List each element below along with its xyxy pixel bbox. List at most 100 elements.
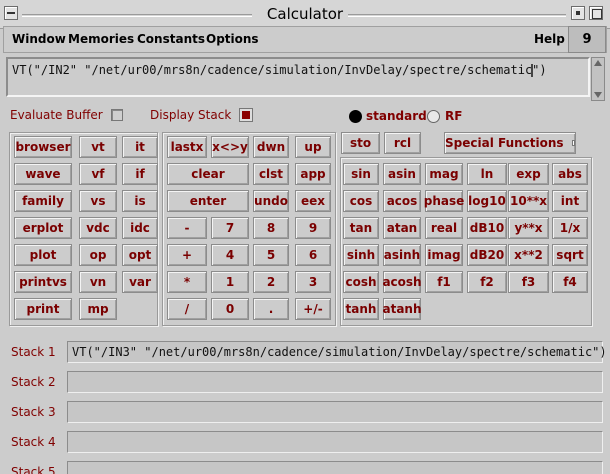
- sim-button-family[interactable]: family: [14, 190, 72, 212]
- stack-field[interactable]: [67, 401, 603, 423]
- scroll-up-arrow-icon[interactable]: [594, 60, 602, 66]
- sim-button-mp[interactable]: mp: [79, 298, 117, 320]
- func-asin[interactable]: asin: [383, 163, 421, 185]
- sim-button-vs[interactable]: vs: [79, 190, 117, 212]
- key-sym[interactable]: +/-: [295, 298, 331, 320]
- sim-button-vt[interactable]: vt: [79, 136, 117, 158]
- sim-button-op[interactable]: op: [79, 244, 117, 266]
- stack-field[interactable]: [67, 461, 603, 474]
- menu-constants[interactable]: Constants: [137, 32, 205, 46]
- func-db10[interactable]: dB10: [467, 217, 507, 239]
- func-cosh[interactable]: cosh: [343, 271, 379, 293]
- menu-memories[interactable]: Memories: [68, 32, 134, 46]
- key-4[interactable]: 4: [211, 244, 249, 266]
- func-tanh[interactable]: tanh: [343, 298, 379, 320]
- func-ln[interactable]: ln: [467, 163, 507, 185]
- standard-radio[interactable]: [349, 110, 362, 123]
- menu-help[interactable]: Help: [534, 32, 565, 46]
- key-sym[interactable]: *: [167, 271, 207, 293]
- expression-scrollbar[interactable]: [591, 57, 605, 101]
- stack-field[interactable]: [67, 431, 603, 453]
- sim-button-opt[interactable]: opt: [122, 244, 158, 266]
- sim-button-vdc[interactable]: vdc: [79, 217, 117, 239]
- func-y-x[interactable]: y**x: [508, 217, 549, 239]
- func-sqrt[interactable]: sqrt: [552, 244, 588, 266]
- sim-button-browser[interactable]: browser: [14, 136, 72, 158]
- display-stack-checkbox[interactable]: [240, 109, 252, 121]
- func-imag[interactable]: imag: [425, 244, 463, 266]
- func-phase[interactable]: phase: [424, 190, 464, 212]
- func-acosh[interactable]: acosh: [382, 271, 422, 293]
- func-f2[interactable]: f2: [467, 271, 507, 293]
- key-2[interactable]: 2: [253, 271, 289, 293]
- special-functions-button[interactable]: Special Functions: [444, 132, 576, 154]
- key-sym[interactable]: /: [167, 298, 207, 320]
- key-sym[interactable]: .: [253, 298, 289, 320]
- key-9[interactable]: 9: [295, 217, 331, 239]
- minimize-button[interactable]: [571, 6, 585, 20]
- key-enter[interactable]: enter: [167, 190, 249, 212]
- func-1-x[interactable]: 1/x: [552, 217, 588, 239]
- sto-button[interactable]: sto: [341, 132, 380, 154]
- key-up[interactable]: up: [295, 136, 331, 158]
- func-real[interactable]: real: [425, 217, 463, 239]
- func-int[interactable]: int: [552, 190, 588, 212]
- sim-button-vf[interactable]: vf: [79, 163, 117, 185]
- sim-button-var[interactable]: var: [122, 271, 158, 293]
- func-atanh[interactable]: atanh: [382, 298, 422, 320]
- key-sym[interactable]: +: [167, 244, 207, 266]
- rcl-button[interactable]: rcl: [384, 132, 421, 154]
- func-cos[interactable]: cos: [343, 190, 379, 212]
- key-5[interactable]: 5: [253, 244, 289, 266]
- func-f3[interactable]: f3: [508, 271, 549, 293]
- sim-button-erplot[interactable]: erplot: [14, 217, 72, 239]
- sim-button-idc[interactable]: idc: [122, 217, 158, 239]
- key-1[interactable]: 1: [211, 271, 249, 293]
- sim-button-it[interactable]: it: [122, 136, 158, 158]
- sim-button-vn[interactable]: vn: [79, 271, 117, 293]
- func-sinh[interactable]: sinh: [343, 244, 379, 266]
- sim-button-print[interactable]: print: [14, 298, 72, 320]
- evaluate-buffer-checkbox[interactable]: [111, 109, 123, 121]
- key-3[interactable]: 3: [295, 271, 331, 293]
- func-f4[interactable]: f4: [552, 271, 588, 293]
- key-0[interactable]: 0: [211, 298, 249, 320]
- key-x-y[interactable]: x<>y: [211, 136, 249, 158]
- key-lastx[interactable]: lastx: [167, 136, 207, 158]
- menu-options[interactable]: Options: [206, 32, 259, 46]
- key-eex[interactable]: eex: [295, 190, 331, 212]
- func-db20[interactable]: dB20: [467, 244, 507, 266]
- stack-field[interactable]: [67, 371, 603, 393]
- func-x-2[interactable]: x**2: [508, 244, 549, 266]
- func-asinh[interactable]: asinh: [383, 244, 421, 266]
- func-atan[interactable]: atan: [383, 217, 421, 239]
- func-exp[interactable]: exp: [508, 163, 549, 185]
- func-log10[interactable]: log10: [467, 190, 507, 212]
- func-tan[interactable]: tan: [343, 217, 379, 239]
- key-7[interactable]: 7: [211, 217, 249, 239]
- expression-buffer[interactable]: VT("/IN2" "/net/ur00/mrs8n/cadence/simul…: [6, 57, 590, 97]
- func-acos[interactable]: acos: [383, 190, 421, 212]
- func-f1[interactable]: f1: [425, 271, 463, 293]
- key-app[interactable]: app: [295, 163, 331, 185]
- func-mag[interactable]: mag: [425, 163, 463, 185]
- func-abs[interactable]: abs: [552, 163, 588, 185]
- key-6[interactable]: 6: [295, 244, 331, 266]
- sim-button-printvs[interactable]: printvs: [14, 271, 72, 293]
- key-clst[interactable]: clst: [253, 163, 289, 185]
- menu-window[interactable]: Window: [12, 32, 66, 46]
- key-dwn[interactable]: dwn: [253, 136, 289, 158]
- sim-button-plot[interactable]: plot: [14, 244, 72, 266]
- stack-field[interactable]: VT("/IN3" "/net/ur00/mrs8n/cadence/simul…: [67, 341, 607, 363]
- key-sym[interactable]: -: [167, 217, 207, 239]
- sim-button-if[interactable]: if: [122, 163, 158, 185]
- scroll-down-arrow-icon[interactable]: [594, 92, 602, 98]
- rf-radio[interactable]: [427, 110, 440, 123]
- sim-button-wave[interactable]: wave: [14, 163, 72, 185]
- func-10-x[interactable]: 10**x: [508, 190, 549, 212]
- key-8[interactable]: 8: [253, 217, 289, 239]
- key-undo[interactable]: undo: [253, 190, 289, 212]
- maximize-button[interactable]: [589, 6, 603, 20]
- func-sin[interactable]: sin: [343, 163, 379, 185]
- key-clear[interactable]: clear: [167, 163, 249, 185]
